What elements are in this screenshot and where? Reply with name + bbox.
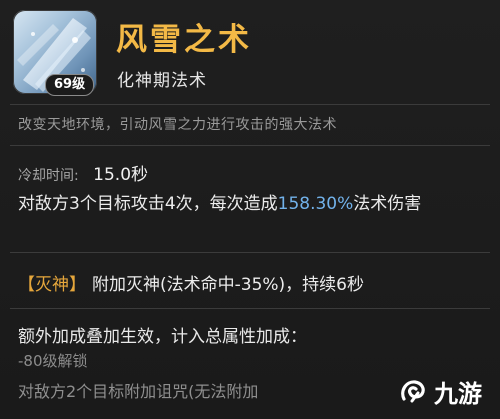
skill-header: 69级 风雪之术 化神期法术 — [0, 0, 500, 112]
level-badge: 69级 — [45, 74, 95, 96]
skill-type: 化神期法术 — [117, 71, 207, 91]
cooldown-row: 冷却时间: 15.0秒 — [18, 160, 148, 185]
header-divider — [10, 104, 490, 105]
status-tag: 【灭神】 — [18, 275, 86, 295]
jiuyou-logo-icon — [401, 379, 425, 402]
effect-text-before: 对敌方3个目标攻击4次，每次造成 — [18, 194, 278, 214]
damage-percent: 158.30% — [277, 194, 354, 214]
status-effect-row: 【灭神】 附加灭神(法术命中-35%)，持续6秒 — [18, 270, 364, 295]
effect-text: 对敌方3个目标攻击4次，每次造成158.30%法术伤害 — [18, 190, 488, 218]
description-divider — [10, 145, 490, 146]
bonus-extra-text: 对敌方2个目标附加诅咒(无法附加 — [18, 382, 259, 401]
watermark-text: 九游 — [434, 380, 482, 408]
bonus-title: 额外加成叠加生效，计入总属性加成： — [18, 327, 307, 347]
skill-description: 改变天地环境，引动风雪之力进行攻击的强大法术 — [18, 117, 337, 133]
skill-tooltip-card: 69级 风雪之术 化神期法术 改变天地环境，引动风雪之力进行攻击的强大法术 冷却… — [0, 0, 500, 419]
cooldown-value: 15.0秒 — [93, 165, 149, 185]
status-text: 附加灭神(法术命中-35%)，持续6秒 — [92, 275, 364, 295]
effect-divider — [10, 252, 490, 253]
unlock-requirement: -80级解锁 — [18, 352, 88, 370]
watermark: 九游 — [398, 374, 482, 409]
effect-text-after: 法术伤害 — [353, 194, 422, 214]
status-divider — [10, 308, 490, 309]
skill-name: 风雪之术 — [116, 22, 252, 58]
cooldown-label: 冷却时间: — [18, 168, 79, 184]
